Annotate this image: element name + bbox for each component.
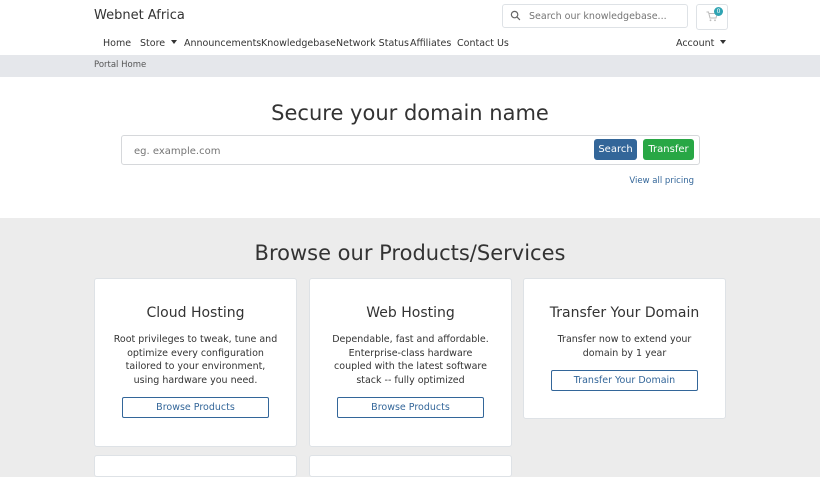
card-description: Transfer now to extend your domain by 1 … xyxy=(538,333,711,360)
card-title: Cloud Hosting xyxy=(146,305,245,321)
nav-network-status[interactable]: Network Status xyxy=(336,38,409,49)
card-description-line: domain by 1 year xyxy=(582,347,667,359)
nav-store-label: Store xyxy=(140,38,166,49)
nav-store[interactable]: Store xyxy=(140,38,178,49)
nav-affiliates[interactable]: Affiliates xyxy=(410,38,451,49)
product-card-web-hosting: Web Hosting Dependable, fast and afforda… xyxy=(309,278,512,447)
domain-search-form: Search Transfer xyxy=(121,135,700,165)
domain-search-section: Secure your domain name Search Transfer … xyxy=(0,77,820,218)
card-title: Transfer Your Domain xyxy=(549,305,700,321)
card-description: Dependable, fast and affordable. Enterpr… xyxy=(324,333,497,388)
card-description-line: using hardware you need. xyxy=(133,375,258,387)
nav-contact-us[interactable]: Contact Us xyxy=(457,38,509,49)
nav-knowledgebase[interactable]: Knowledgebase xyxy=(261,38,336,49)
products-section-title: Browse our Products/Services xyxy=(254,241,566,265)
card-description-line: Dependable, fast and affordable. xyxy=(332,334,489,345)
product-card-transfer-domain: Transfer Your Domain Transfer now to ext… xyxy=(523,278,726,419)
card-description-line: Enterprise-class hardware xyxy=(348,347,473,359)
card-title: Web Hosting xyxy=(366,305,455,321)
chevron-down-icon xyxy=(720,40,727,44)
breadcrumb[interactable]: Portal Home xyxy=(94,60,146,70)
search-icon xyxy=(510,10,521,21)
card-description: Root privileges to tweak, tune and optim… xyxy=(109,333,282,388)
product-card-cloud-hosting: Cloud Hosting Root privileges to tweak, … xyxy=(94,278,297,447)
domain-input[interactable] xyxy=(132,142,576,160)
top-navbar: Webnet Africa 0 Home Store Announcements… xyxy=(0,0,820,55)
nav-home[interactable]: Home xyxy=(103,38,131,49)
nav-announcements[interactable]: Announcements xyxy=(184,38,261,49)
nav-account[interactable]: Account xyxy=(676,38,727,49)
product-card-partial xyxy=(94,455,297,477)
card-description-line: coupled with the latest software xyxy=(334,361,487,373)
chevron-down-icon xyxy=(171,40,178,44)
nav-account-label: Account xyxy=(676,38,715,49)
domain-search-button[interactable]: Search xyxy=(594,139,637,160)
card-description-line: Transfer now to extend your xyxy=(557,334,692,345)
domain-transfer-button[interactable]: Transfer xyxy=(643,139,694,160)
card-description-line: tailored to your environment, xyxy=(125,361,266,373)
breadcrumb-bar: Portal Home xyxy=(0,55,820,77)
card-description-line: Root privileges to tweak, tune and xyxy=(113,334,278,345)
domain-search-title: Secure your domain name xyxy=(271,101,549,125)
browse-products-button[interactable]: Browse Products xyxy=(122,397,269,418)
knowledgebase-search[interactable] xyxy=(502,4,688,28)
transfer-domain-button[interactable]: Transfer Your Domain xyxy=(551,370,698,391)
card-description-line: optimize every configuration xyxy=(127,347,264,359)
card-description-line: stack -- fully optimized xyxy=(356,375,465,387)
view-pricing-link[interactable]: View all pricing xyxy=(620,176,694,186)
brand-logo[interactable]: Webnet Africa xyxy=(94,8,185,23)
cart-button[interactable]: 0 xyxy=(696,4,728,30)
cart-count-badge: 0 xyxy=(714,7,723,16)
browse-products-button[interactable]: Browse Products xyxy=(337,397,484,418)
product-card-partial xyxy=(309,455,512,477)
search-input[interactable] xyxy=(527,7,686,25)
